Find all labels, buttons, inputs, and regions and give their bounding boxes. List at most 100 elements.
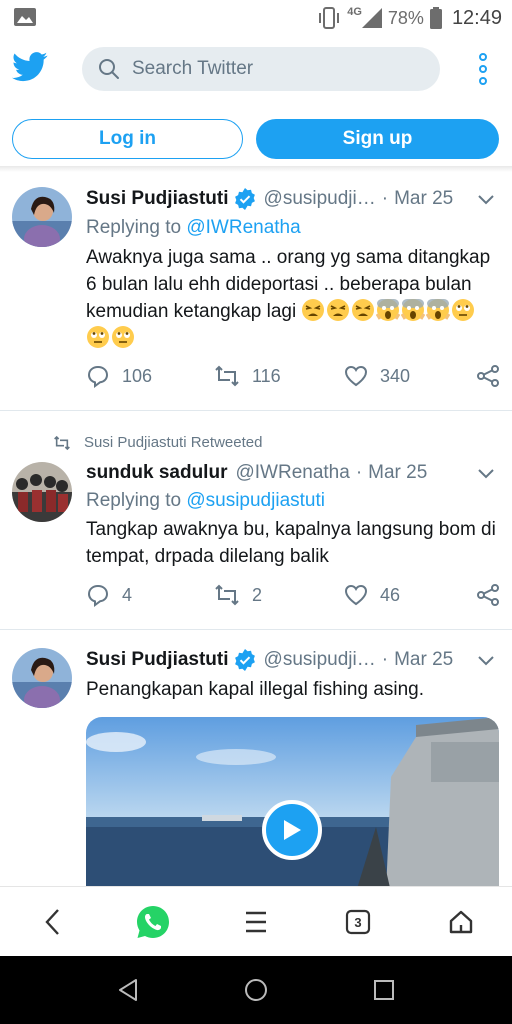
reply-icon	[87, 584, 109, 607]
more-options-icon[interactable]	[478, 53, 488, 85]
screaming-face-emoji-icon	[401, 299, 426, 321]
search-icon	[99, 59, 119, 79]
tweet-divider	[0, 410, 512, 411]
heart-icon	[344, 365, 368, 387]
login-button[interactable]: Log in	[12, 119, 243, 159]
tweet-header: Susi Pudjiastuti @susipudji… · Mar 25	[86, 647, 453, 673]
back-chevron-icon	[45, 909, 59, 935]
share-button[interactable]	[476, 581, 500, 609]
tweet-header: Susi Pudjiastuti @susipudji… · Mar 25	[86, 186, 453, 212]
mention-link[interactable]: @IWRenatha	[186, 217, 300, 238]
browser-toolbar: 3	[0, 886, 512, 956]
share-button[interactable]	[476, 362, 500, 390]
tweet-date[interactable]: Mar 25	[368, 462, 427, 484]
menu-button[interactable]	[238, 904, 274, 940]
twitter-bird-icon[interactable]	[12, 52, 48, 82]
reply-icon	[87, 365, 109, 388]
video-thumbnail[interactable]	[86, 717, 499, 892]
separator-dot: ·	[381, 188, 389, 209]
search-placeholder: Search Twitter	[132, 58, 254, 79]
verified-badge-icon	[234, 649, 255, 671]
vibrate-icon	[319, 7, 340, 29]
home-icon	[449, 910, 473, 934]
tabs-button[interactable]: 3	[340, 904, 376, 940]
tweet-actions: 106 116 340	[86, 362, 502, 390]
retweeted-context: Susi Pudjiastuti Retweeted	[52, 434, 262, 451]
eye-roll-face-emoji-icon	[112, 326, 134, 348]
reply-button[interactable]: 106	[86, 362, 152, 390]
like-count: 46	[380, 584, 401, 605]
retweeted-by[interactable]: Susi Pudjiastuti Retweeted	[84, 434, 262, 451]
tweet-actions: 4 2 46	[86, 581, 502, 609]
author-handle: @susipudji…	[263, 649, 376, 670]
reply-button[interactable]: 4	[86, 581, 132, 609]
signal-icon	[361, 8, 382, 28]
heart-icon	[344, 584, 368, 606]
replying-to: Replying to @susipudjiastuti	[86, 490, 325, 511]
tweet-divider	[0, 629, 512, 630]
network-type: 4G	[347, 6, 362, 18]
tired-face-emoji-icon	[327, 299, 350, 321]
retweet-button[interactable]: 116	[214, 362, 281, 390]
avatar[interactable]	[12, 648, 72, 708]
eye-roll-face-emoji-icon	[87, 326, 109, 348]
tweet-text: Penangkapan kapal illegal fishing asing.	[86, 679, 425, 700]
replying-to: Replying to @IWRenatha	[86, 217, 301, 238]
home-button[interactable]	[443, 904, 479, 940]
author-name[interactable]: sunduk sadulur	[86, 462, 227, 484]
screaming-face-emoji-icon	[376, 299, 401, 321]
retweet-icon	[54, 435, 70, 450]
author-name[interactable]: Susi Pudjiastuti	[86, 649, 229, 671]
hamburger-menu-icon	[246, 911, 266, 933]
tab-count: 3	[354, 914, 362, 930]
chevron-down-icon[interactable]	[478, 195, 494, 205]
like-count: 340	[380, 365, 411, 386]
nav-back-icon[interactable]	[116, 978, 140, 1002]
play-icon	[284, 820, 301, 840]
nav-home-icon[interactable]	[244, 978, 268, 1002]
like-button[interactable]: 46	[344, 581, 400, 609]
system-nav-bar	[0, 956, 512, 1024]
retweet-count: 116	[252, 365, 281, 386]
play-button[interactable]	[262, 800, 322, 860]
signup-button[interactable]: Sign up	[256, 119, 499, 159]
battery-icon	[429, 7, 442, 29]
reply-count: 106	[122, 365, 153, 386]
author-handle: @susipudji…	[263, 188, 376, 209]
search-box[interactable]: Search Twitter	[82, 47, 440, 91]
tweet-date[interactable]: Mar 25	[394, 649, 453, 671]
tired-face-emoji-icon	[302, 299, 325, 321]
tired-face-emoji-icon	[352, 299, 375, 321]
nav-recents-icon[interactable]	[372, 978, 396, 1002]
top-header: Search Twitter Log in Sign up	[0, 36, 512, 166]
chevron-down-icon[interactable]	[478, 656, 494, 666]
whatsapp-icon	[137, 906, 169, 938]
share-icon	[477, 365, 499, 387]
gallery-notification-icon	[14, 8, 36, 26]
tweet-date[interactable]: Mar 25	[394, 188, 453, 210]
mention-link[interactable]: @susipudjiastuti	[186, 490, 325, 511]
back-button[interactable]	[34, 904, 70, 940]
author-name[interactable]: Susi Pudjiastuti	[86, 188, 229, 210]
whatsapp-button[interactable]	[135, 904, 171, 940]
avatar[interactable]	[12, 462, 72, 522]
separator-dot: ·	[381, 649, 389, 670]
share-icon	[477, 584, 499, 606]
author-handle: @IWRenatha	[235, 462, 350, 483]
status-bar: 4G 78% 12:49	[0, 0, 512, 36]
avatar[interactable]	[12, 187, 72, 247]
tweet-text: Tangkap awaknya bu, kapalnya langsung bo…	[86, 519, 496, 567]
like-button[interactable]: 340	[344, 362, 410, 390]
retweet-button[interactable]: 2	[214, 581, 262, 609]
clock: 12:49	[451, 6, 502, 29]
chevron-down-icon[interactable]	[478, 469, 494, 479]
eye-roll-face-emoji-icon	[452, 299, 475, 321]
reply-count: 4	[122, 584, 133, 605]
retweet-count: 2	[252, 584, 263, 605]
tweet-header: sunduk sadulur @IWRenatha · Mar 25	[86, 460, 427, 486]
header-shadow	[0, 166, 512, 172]
verified-badge-icon	[234, 188, 255, 210]
separator-dot: ·	[355, 462, 363, 483]
screaming-face-emoji-icon	[426, 299, 451, 321]
tweet-text: Awaknya juga sama .. orang yg sama ditan…	[86, 244, 496, 352]
